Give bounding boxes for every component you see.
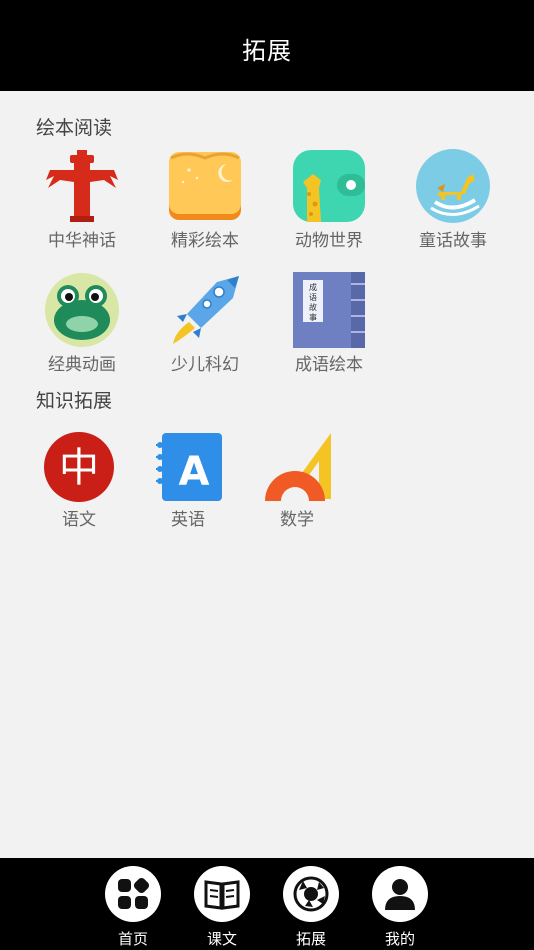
- svg-text:故: 故: [309, 302, 317, 312]
- tile-idiom-books[interactable]: 成 语 故 事 成语绘本: [274, 272, 384, 375]
- idiom-book-icon: 成 语 故 事: [293, 272, 365, 348]
- tile-label: 英语: [171, 510, 205, 530]
- nav-label: 拓展: [295, 930, 326, 948]
- nav-profile[interactable]: 我的: [365, 866, 435, 949]
- tile-label: 成语绘本: [295, 355, 363, 375]
- frog-icon: [45, 273, 119, 347]
- section-title-picture-books: 绘本阅读: [36, 117, 113, 139]
- open-book-moon-icon: [169, 152, 241, 220]
- tile-english[interactable]: A 英语: [133, 431, 243, 530]
- home-grid-icon: [118, 877, 150, 909]
- nav-home-button[interactable]: [105, 866, 161, 922]
- page-title: 拓展: [242, 37, 292, 65]
- top-bar: 拓展: [0, 0, 534, 91]
- tile-label: 数学: [280, 510, 314, 530]
- tile-label: 少儿科幻: [171, 355, 239, 375]
- svg-text:事: 事: [309, 312, 317, 322]
- tile-kids-scifi[interactable]: 少儿科幻: [150, 272, 260, 375]
- nav-textbook-button[interactable]: [194, 866, 250, 922]
- tile-math[interactable]: 数学: [242, 431, 352, 530]
- tile-picture-books[interactable]: 精彩绘本: [150, 148, 260, 251]
- nav-label: 我的: [384, 930, 415, 948]
- svg-text:A: A: [179, 449, 210, 495]
- tile-classic-animation[interactable]: 经典动画: [27, 272, 137, 375]
- tile-label: 动物世界: [295, 231, 363, 251]
- nav-explore-button[interactable]: [283, 866, 339, 922]
- tile-chinese-myths[interactable]: 中华神话: [27, 148, 137, 251]
- nav-profile-button[interactable]: [372, 866, 428, 922]
- tile-label: 经典动画: [48, 355, 116, 375]
- nav-textbook[interactable]: 课文: [187, 866, 257, 949]
- section-title-knowledge: 知识拓展: [36, 390, 113, 412]
- totem-pillar-icon: [46, 150, 118, 222]
- svg-text:语: 语: [309, 292, 317, 302]
- tile-label: 童话故事: [419, 231, 487, 251]
- english-notebook-icon: A: [156, 433, 222, 501]
- rocking-horse-icon: [416, 149, 490, 223]
- nav-label: 课文: [206, 930, 237, 948]
- textbook-icon: [204, 880, 240, 910]
- user-icon: [385, 879, 415, 910]
- main-content: 绘本阅读 中华神话 精彩绘本 动物世界 童话故事 经典动画 少儿科幻 成 语 故…: [0, 91, 534, 858]
- tile-label: 中华神话: [48, 231, 116, 251]
- tile-label: 精彩绘本: [171, 231, 239, 251]
- nav-label: 首页: [117, 930, 148, 948]
- tile-chinese[interactable]: 中 语文: [24, 431, 134, 530]
- nav-explore[interactable]: 拓展: [276, 866, 346, 949]
- nav-home[interactable]: 首页: [98, 866, 168, 949]
- svg-text:中: 中: [59, 445, 99, 491]
- giraffe-icon: [293, 150, 365, 222]
- tile-label: 语文: [62, 510, 96, 530]
- tile-animal-world[interactable]: 动物世界: [274, 148, 384, 251]
- tile-fairy-tales[interactable]: 童话故事: [398, 148, 508, 251]
- protractor-ruler-icon: [265, 433, 331, 501]
- svg-text:成: 成: [309, 282, 317, 292]
- bottom-nav: 首页 课文 拓展 我的: [0, 858, 534, 950]
- rocket-icon: [173, 276, 239, 344]
- chinese-character-icon: 中: [44, 432, 114, 502]
- explore-ball-icon: [293, 876, 329, 912]
